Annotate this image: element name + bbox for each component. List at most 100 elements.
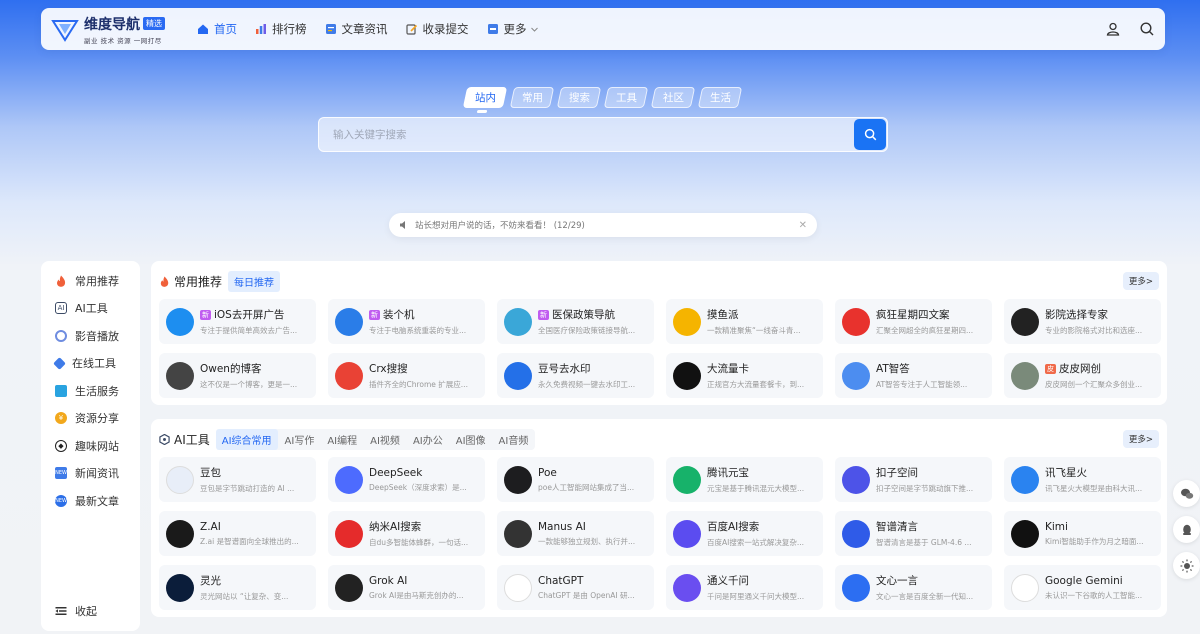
card-title-text: 智谱清言: [876, 521, 918, 533]
search-tab[interactable]: 站内: [462, 87, 508, 108]
site-card[interactable]: Google Gemini 未认识一下谷歌的人工智能...: [1004, 565, 1161, 610]
site-card[interactable]: 纳米AI搜索 自du多智能体蜂群，一句话...: [328, 511, 485, 556]
more-button[interactable]: 更多>: [1122, 430, 1159, 448]
sidebar-item-label: 在线工具: [72, 357, 116, 371]
search-input[interactable]: [319, 118, 854, 151]
film-icon: [1011, 307, 1039, 336]
nav-more[interactable]: 更多: [487, 21, 539, 37]
site-card[interactable]: 通义千问 千问是阿里通义千问大模型...: [666, 565, 823, 610]
card-title-text: 通义千问: [707, 575, 749, 587]
site-card[interactable]: 新医保政策导航 全国医疗保险政策链接导航...: [497, 299, 654, 344]
tab-ai-category[interactable]: AI编程: [321, 429, 363, 450]
site-card[interactable]: 灵光 灵光网站以 “让复杂、变...: [159, 565, 316, 610]
card-title-text: 讯飞星火: [1045, 467, 1087, 479]
card-title-text: Z.AI: [200, 520, 221, 533]
site-card[interactable]: Kimi Kimi智能助手作为月之暗面...: [1004, 511, 1161, 556]
tab-ai-category[interactable]: AI视频: [364, 429, 406, 450]
card-description: 汇聚全网超全的疯狂星期四...: [876, 326, 974, 335]
baidu-ai-icon: [673, 519, 701, 548]
fish-icon: [673, 307, 701, 336]
card-title-text: 豆号去水印: [538, 363, 591, 375]
card-title-text: 豆包: [200, 467, 221, 479]
site-card[interactable]: DeepSeek DeepSeek（深度求索）是...: [328, 457, 485, 502]
nav-label: 首页: [214, 22, 237, 36]
site-card[interactable]: 扣子空间 扣子空间是字节跳动旗下推...: [835, 457, 992, 502]
sidebar-item-recommend[interactable]: 常用推荐: [41, 267, 140, 295]
game-icon: ◆: [55, 439, 67, 452]
home-icon: [198, 24, 208, 34]
site-card[interactable]: 豆包 豆包是字节跳动打造的 AI ...: [159, 457, 316, 502]
site-card[interactable]: Owen的博客 这不仅是一个博客，更是一...: [159, 353, 316, 398]
tab-ai-category[interactable]: AI办公: [407, 429, 449, 450]
site-card[interactable]: 新 iOS去开屏广告 专注于提供简单高效去广告...: [159, 299, 316, 344]
nav-ranking[interactable]: 排行榜: [255, 21, 307, 37]
card-title: 智谱清言: [876, 519, 985, 534]
sidebar-item-latest[interactable]: NEW 最新文章: [41, 487, 140, 515]
search-button[interactable]: [854, 119, 886, 150]
search-tab[interactable]: 常用: [509, 87, 555, 108]
card-title-text: 大流量卡: [707, 363, 749, 375]
sidebar-item-news[interactable]: NEW 新闻资讯: [41, 460, 140, 488]
search-icon[interactable]: [1139, 21, 1155, 37]
site-card[interactable]: 疯狂星期四文案汇聚全网超全的疯狂星期四...: [835, 299, 992, 344]
site-card[interactable]: 大流量卡 正规官方大流量套餐卡，到...: [666, 353, 823, 398]
more-button[interactable]: 更多>: [1122, 272, 1159, 290]
site-card[interactable]: Grok AI Grok AI是由马斯克创办的...: [328, 565, 485, 610]
site-logo[interactable]: 维度导航 精选 副业 技术 资源 一网打尽: [51, 14, 191, 45]
theme-toggle-button[interactable]: [1173, 552, 1200, 579]
card-description: 文心一言是百度全新一代知...: [876, 592, 974, 601]
site-card[interactable]: Z.AI Z.ai 是智谱面向全球推出的...: [159, 511, 316, 556]
tab-ai-category[interactable]: AI图像: [450, 429, 492, 450]
card-title-text: 影院选择专家: [1045, 309, 1108, 321]
brand-badge: 精选: [143, 17, 165, 30]
site-card[interactable]: 皮皮皮网创 皮皮网创一个汇聚众多创业...: [1004, 353, 1161, 398]
site-card[interactable]: 讯飞星火 讯飞星火大模型是由科大讯...: [1004, 457, 1161, 502]
close-icon[interactable]: ✕: [799, 220, 807, 231]
site-card[interactable]: 摸鱼派 一款精准聚焦“一线奋斗青...: [666, 299, 823, 344]
site-card[interactable]: Crx搜搜 插件齐全的Chrome 扩展应...: [328, 353, 485, 398]
site-card[interactable]: 豆号去水印 永久免费视频一键去水印工...: [497, 353, 654, 398]
search-tab[interactable]: 搜索: [556, 87, 602, 108]
sidebar-item-resources[interactable]: ¥ 资源分享: [41, 405, 140, 433]
site-card[interactable]: 影院选择专家 专业的影院格式对比和选座...: [1004, 299, 1161, 344]
tab-ai-category[interactable]: AI综合常用: [215, 428, 278, 450]
site-card[interactable]: ChatGPT ChatGPT 是由 OpenAI 研...: [497, 565, 654, 610]
more-icon: [487, 24, 498, 34]
site-card[interactable]: 新装个机 专注于电脑系统重装的专业...: [328, 299, 485, 344]
search-tab[interactable]: 社区: [650, 87, 696, 108]
sidebar-item-media[interactable]: 影音播放: [41, 322, 140, 350]
site-card[interactable]: 百度AI搜索 百度AI搜索一站式解决复杂...: [666, 511, 823, 556]
collapse-icon: [55, 607, 67, 615]
tab-daily[interactable]: 每日推荐: [228, 270, 281, 292]
qq-button[interactable]: [1173, 516, 1200, 543]
user-icon[interactable]: [1105, 21, 1121, 37]
tab-ai-category[interactable]: AI写作: [279, 429, 321, 450]
site-card[interactable]: 文心一言文心一言是百度全新一代知...: [835, 565, 992, 610]
sidebar-item-life[interactable]: 生活服务: [41, 377, 140, 405]
tab-ai-category[interactable]: AI音频: [493, 429, 535, 450]
search-tab[interactable]: 生活: [697, 87, 743, 108]
site-card[interactable]: Manus AI 一款能够独立规划、执行并...: [497, 511, 654, 556]
site-card[interactable]: 智谱清言 智谱清言是基于 GLM-4.6 ...: [835, 511, 992, 556]
sidebar-item-tools[interactable]: 在线工具: [41, 350, 140, 378]
card-icon: [673, 361, 701, 390]
blog-icon: [166, 361, 194, 390]
search-tab[interactable]: 工具: [603, 87, 649, 108]
card-description: 未认识一下谷歌的人工智能...: [1045, 590, 1143, 600]
sidebar-item-ai[interactable]: AI AI工具: [41, 295, 140, 323]
sidebar-item-fun[interactable]: ◆ 趣味网站: [41, 432, 140, 460]
card-title: 疯狂星期四文案: [876, 307, 985, 322]
notice-bar[interactable]: 站长想对用户说的话，不妨来看看！ (12/29) ✕: [389, 213, 817, 237]
nav-submit[interactable]: 收录提交: [405, 21, 469, 37]
card-title-text: 文心一言: [876, 575, 918, 587]
site-card[interactable]: AT智答 AT智答专注于人工智能领...: [835, 353, 992, 398]
notice-text: 站长想对用户说的话，不妨来看看！ (12/29): [415, 221, 585, 231]
card-title: 豆包: [200, 465, 309, 480]
card-title: DeepSeek: [369, 467, 478, 479]
wechat-button[interactable]: [1173, 480, 1200, 507]
sidebar-collapse-button[interactable]: 收起: [41, 603, 97, 619]
nav-home[interactable]: 首页: [197, 21, 237, 37]
nav-articles[interactable]: 文章资讯: [325, 21, 388, 37]
site-card[interactable]: 腾讯元宝 元宝是基于腾讯混元大模型...: [666, 457, 823, 502]
site-card[interactable]: Poe poe人工智能网站集成了当...: [497, 457, 654, 502]
